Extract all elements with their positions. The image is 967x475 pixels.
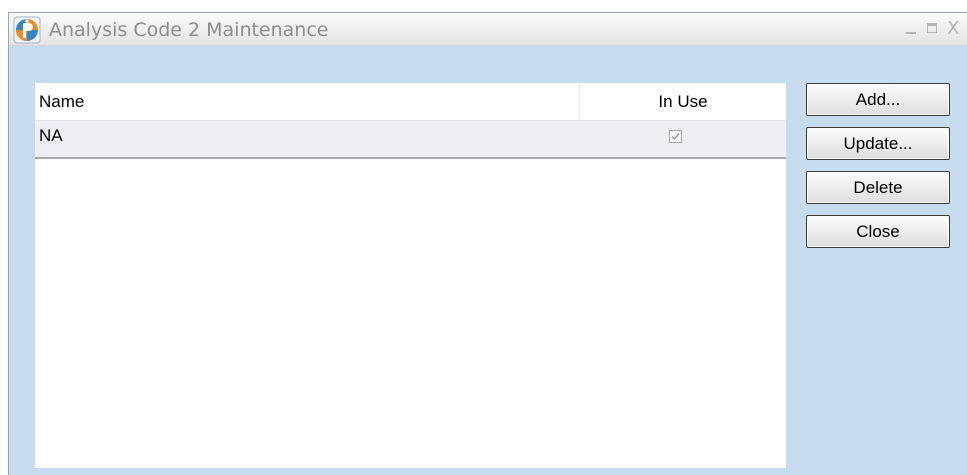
delete-button[interactable]: Delete: [806, 171, 950, 204]
table-row[interactable]: NA: [35, 121, 786, 159]
minimize-button[interactable]: [901, 19, 923, 41]
in-use-checkbox[interactable]: [669, 130, 682, 143]
grid-header: Name In Use: [35, 83, 786, 121]
maximize-button[interactable]: [923, 19, 945, 41]
analysis-code-grid[interactable]: Name In Use NA: [35, 83, 786, 468]
check-mark-icon: [671, 133, 680, 141]
close-window-button[interactable]: X: [945, 18, 967, 41]
action-buttons: Add... Update... Delete Close: [806, 83, 950, 259]
close-button[interactable]: Close: [806, 215, 950, 248]
column-header-in-use[interactable]: In Use: [580, 83, 786, 120]
minimize-icon: [906, 32, 916, 34]
row-in-use-cell[interactable]: [580, 121, 786, 157]
row-name-cell[interactable]: NA: [35, 121, 580, 157]
add-button[interactable]: Add...: [806, 83, 950, 116]
app-logo-icon: [13, 16, 41, 44]
close-icon: X: [947, 18, 960, 39]
window-title: Analysis Code 2 Maintenance: [49, 19, 329, 41]
title-bar[interactable]: Analysis Code 2 Maintenance X: [9, 13, 967, 46]
window-controls: X: [901, 18, 967, 41]
dialog-window: Analysis Code 2 Maintenance X Name In Us…: [8, 12, 967, 475]
maximize-icon: [927, 23, 937, 33]
column-header-name[interactable]: Name: [35, 83, 580, 120]
update-button[interactable]: Update...: [806, 127, 950, 160]
